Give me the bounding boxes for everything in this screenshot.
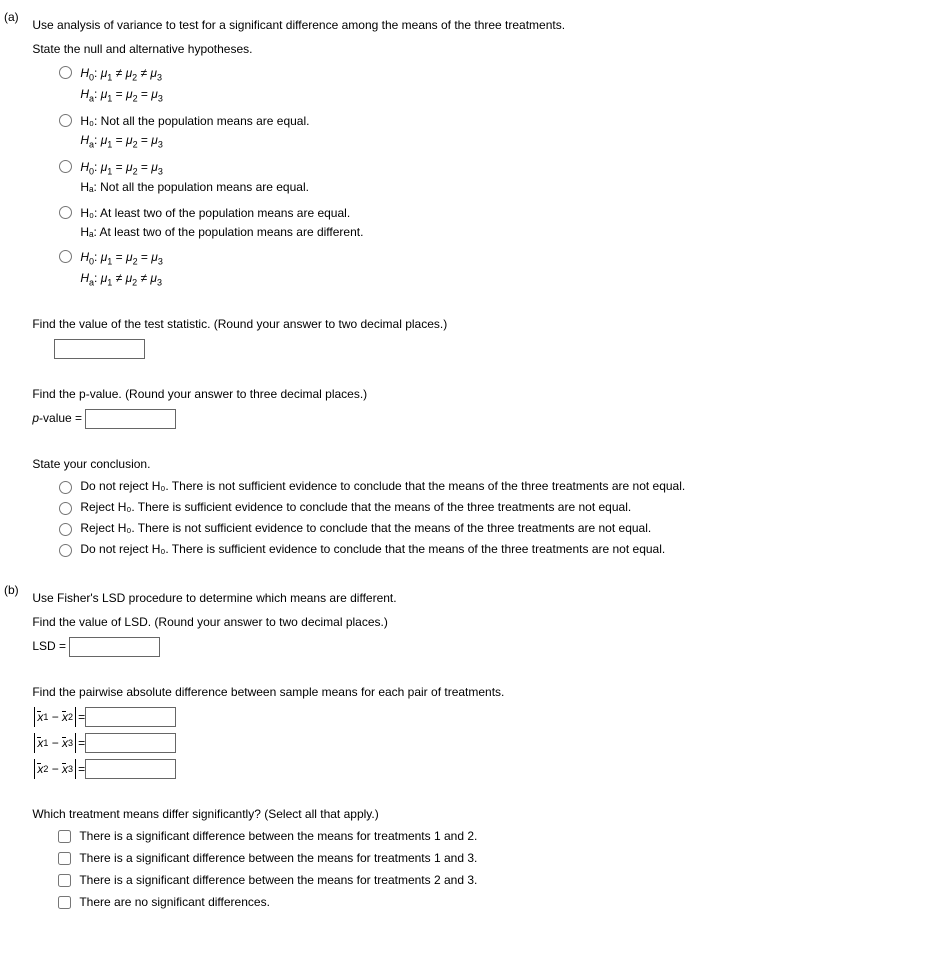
hyp-content-2: H₀: Not all the population means are equ… [80,112,309,152]
conclusion-text-4: Do not reject H₀. There is sufficient ev… [80,542,665,556]
check-text-4: There are no significant differences. [79,895,270,909]
check-row-2: There is a significant difference betwee… [54,851,912,868]
conclusion-option-2: Reject H₀. There is sufficient evidence … [54,500,912,515]
eq-2: = [78,736,85,750]
part-a-body: Use analysis of variance to test for a s… [32,10,912,563]
check-3[interactable] [58,874,71,887]
check-1[interactable] [58,830,71,843]
hypotheses-prompt: State the null and alternative hypothese… [32,40,912,58]
part-b-intro: Use Fisher's LSD procedure to determine … [32,589,912,607]
hyp1-ha: Ha: μ1 = μ2 = μ3 [80,85,163,106]
part-b-body: Use Fisher's LSD procedure to determine … [32,583,912,917]
check-text-3: There is a significant difference betwee… [79,873,477,887]
hyp-radio-3[interactable] [59,160,72,173]
conclusion-radio-3[interactable] [59,523,72,536]
conclusion-radio-1[interactable] [59,481,72,494]
hyp2-h0: H₀: Not all the population means are equ… [80,112,309,131]
abs-x2-x3: x2 − x3 [32,759,78,779]
pvalue-prompt: Find the p-value. (Round your answer to … [32,385,912,403]
hyp5-ha: Ha: μ1 ≠ μ2 ≠ μ3 [80,269,163,290]
hyp5-h0: H0: μ1 = μ2 = μ3 [80,248,163,269]
part-a-label: (a) [0,10,29,24]
pair-row-13: x1 − x3 = [32,733,912,753]
abs-x1-x2: x1 − x2 [32,707,78,727]
hyp-option-1: H0: μ1 ≠ μ2 ≠ μ3 Ha: μ1 = μ2 = μ3 [54,64,912,106]
which-prompt: Which treatment means differ significant… [32,805,912,823]
teststat-prompt: Find the value of the test statistic. (R… [32,315,912,333]
hyp1-h0: H0: μ1 ≠ μ2 ≠ μ3 [80,64,163,85]
teststat-row [54,339,912,359]
check-row-4: There are no significant differences. [54,895,912,912]
lsd-label: LSD = [32,640,66,654]
teststat-input[interactable] [54,339,145,359]
pair-input-23[interactable] [85,759,176,779]
lsd-prompt: Find the value of LSD. (Round your answe… [32,613,912,631]
hyp-content-5: H0: μ1 = μ2 = μ3 Ha: μ1 ≠ μ2 ≠ μ3 [80,248,163,290]
hyp-radio-5[interactable] [59,250,72,263]
check-text-1: There is a significant difference betwee… [79,829,477,843]
hyp3-ha: Hₐ: Not all the population means are equ… [80,178,309,197]
hyp-radio-2[interactable] [59,114,72,127]
check-4[interactable] [58,896,71,909]
pair-input-13[interactable] [85,733,176,753]
hyp-option-2: H₀: Not all the population means are equ… [54,112,912,152]
part-a-intro: Use analysis of variance to test for a s… [32,16,912,34]
conclusion-radio-2[interactable] [59,502,72,515]
pvalue-label-rest: -value = [39,412,85,426]
check-2[interactable] [58,852,71,865]
hyp-content-3: H0: μ1 = μ2 = μ3 Hₐ: Not all the populat… [80,158,309,198]
part-a: (a) Use analysis of variance to test for… [0,10,945,563]
pair-row-12: x1 − x2 = [32,707,912,727]
conclusion-option-1: Do not reject H₀. There is not sufficien… [54,479,912,494]
abs-x1-x3: x1 − x3 [32,733,78,753]
conclusion-option-4: Do not reject H₀. There is sufficient ev… [54,542,912,557]
hyp2-ha: Ha: μ1 = μ2 = μ3 [80,131,309,152]
pair-input-12[interactable] [85,707,176,727]
hyp-radio-4[interactable] [59,206,72,219]
hyp-option-5: H0: μ1 = μ2 = μ3 Ha: μ1 ≠ μ2 ≠ μ3 [54,248,912,290]
hyp-option-3: H0: μ1 = μ2 = μ3 Hₐ: Not all the populat… [54,158,912,198]
hyp-option-4: H₀: At least two of the population means… [54,204,912,242]
part-b-label: (b) [0,583,29,597]
lsd-row: LSD = [32,637,912,657]
check-row-1: There is a significant difference betwee… [54,829,912,846]
eq-3: = [78,762,85,776]
hyp4-h0: H₀: At least two of the population means… [80,204,363,223]
conclusion-prompt: State your conclusion. [32,455,912,473]
conclusion-option-3: Reject H₀. There is not sufficient evide… [54,521,912,536]
hyp3-h0: H0: μ1 = μ2 = μ3 [80,158,309,179]
conclusion-text-2: Reject H₀. There is sufficient evidence … [80,500,631,514]
pair-row-23: x2 − x3 = [32,759,912,779]
lsd-input[interactable] [69,637,160,657]
hyp-content-4: H₀: At least two of the population means… [80,204,363,242]
hyp-content-1: H0: μ1 ≠ μ2 ≠ μ3 Ha: μ1 = μ2 = μ3 [80,64,163,106]
conclusion-text-3: Reject H₀. There is not sufficient evide… [80,521,651,535]
pvalue-input[interactable] [85,409,176,429]
conclusion-text-1: Do not reject H₀. There is not sufficien… [80,479,685,493]
part-b: (b) Use Fisher's LSD procedure to determ… [0,583,945,917]
pairwise-prompt: Find the pairwise absolute difference be… [32,683,912,701]
conclusion-radio-4[interactable] [59,544,72,557]
eq-1: = [78,710,85,724]
hyp4-ha: Hₐ: At least two of the population means… [80,223,363,242]
hyp-radio-1[interactable] [59,66,72,79]
check-text-2: There is a significant difference betwee… [79,851,477,865]
pvalue-row: p-value = [32,409,912,429]
check-row-3: There is a significant difference betwee… [54,873,912,890]
